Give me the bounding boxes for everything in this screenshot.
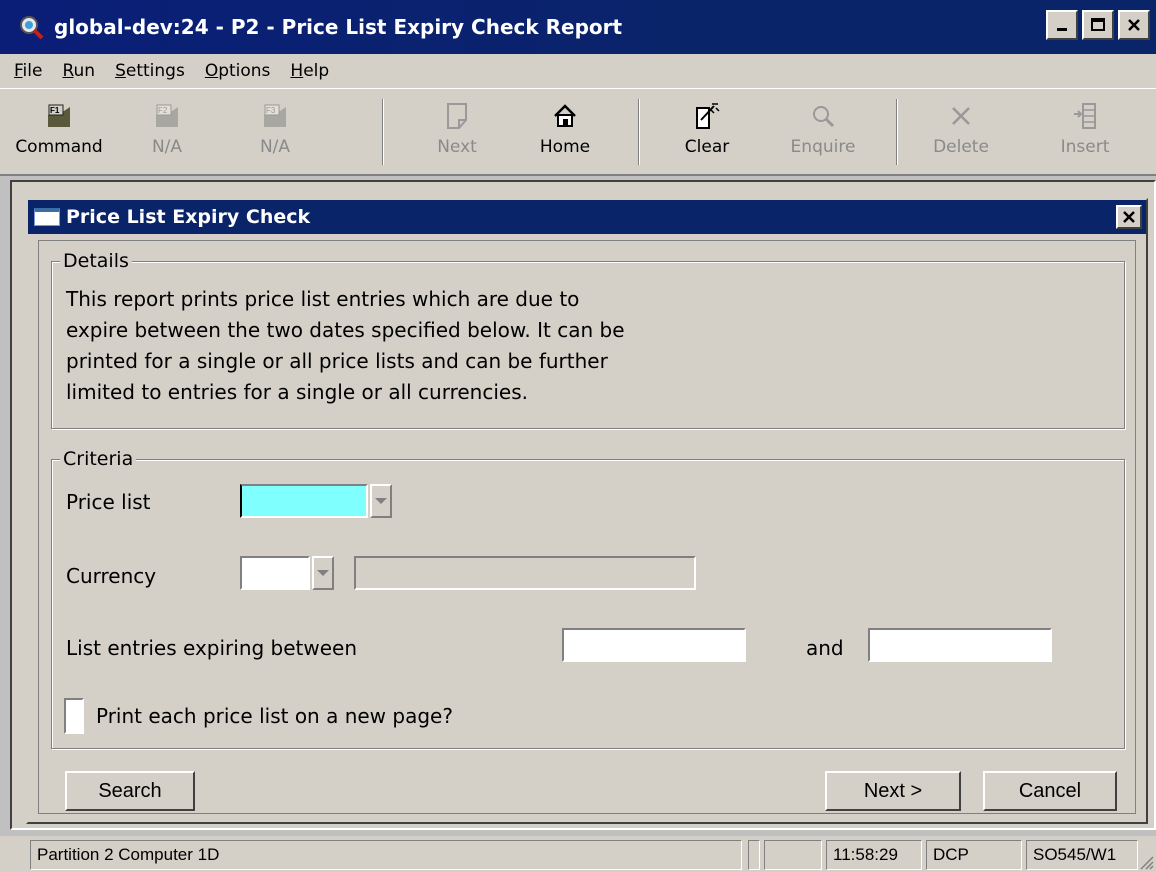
menu-run[interactable]: Run	[62, 61, 95, 81]
dialog-title-bar: Price List Expiry Check	[28, 200, 1146, 234]
menu-file-accel: F	[14, 61, 23, 81]
menu-options-accel: O	[204, 61, 219, 81]
insert-label: Insert	[1060, 137, 1110, 157]
and-label: and	[806, 636, 844, 660]
menu-run-accel: R	[62, 61, 74, 81]
delete-button[interactable]: Delete	[906, 97, 1016, 169]
clear-label: Clear	[684, 137, 730, 157]
enquire-button[interactable]: Enquire	[768, 97, 878, 169]
menu-help-accel: H	[290, 61, 304, 81]
clear-button[interactable]: Clear	[652, 97, 762, 169]
status-location: Partition 2 Computer 1D	[30, 840, 742, 870]
criteria-legend: Criteria	[60, 448, 137, 470]
price-list-label: Price list	[66, 490, 151, 514]
dialog-window-icon	[34, 208, 60, 226]
menu-settings-accel: S	[115, 61, 126, 81]
status-empty-panel	[748, 840, 760, 870]
menu-settings[interactable]: Settings	[115, 61, 185, 81]
insert-button[interactable]: Insert	[1030, 97, 1140, 169]
maximize-button[interactable]	[1082, 10, 1114, 40]
menu-options-label: ptions	[218, 61, 271, 81]
currency-input[interactable]	[240, 556, 310, 590]
window-controls	[1046, 10, 1150, 40]
price-list-input[interactable]	[240, 484, 368, 518]
f2-label: N/A	[151, 137, 183, 157]
f1-key-text: F1	[50, 106, 60, 115]
command-button[interactable]: F1 Command	[4, 97, 114, 169]
chevron-down-icon	[375, 498, 387, 504]
resize-grip-icon[interactable]	[1138, 854, 1154, 870]
from-date-input[interactable]	[562, 628, 746, 662]
dialog-close-button[interactable]	[1116, 205, 1142, 229]
home-label: Home	[539, 137, 591, 157]
toolbar-separator	[638, 99, 640, 165]
details-line: printed for a single or all price lists …	[66, 349, 608, 373]
details-line: expire between the two dates specified b…	[66, 318, 625, 342]
status-user: DCP	[926, 840, 1022, 870]
chevron-down-icon	[317, 570, 329, 576]
new-page-label: Print each price list on a new page?	[96, 704, 453, 728]
currency-description-field	[354, 556, 696, 590]
cancel-button[interactable]: Cancel	[983, 771, 1117, 811]
price-list-expiry-dialog: Price List Expiry Check Details This rep…	[26, 198, 1148, 824]
f3-key-icon: F3	[260, 101, 290, 131]
app-icon	[14, 10, 48, 44]
command-label: Command	[15, 137, 103, 157]
f2-key-icon: F2	[152, 101, 182, 131]
f2-na-button[interactable]: F2 N/A	[112, 97, 222, 169]
minimize-button[interactable]	[1046, 10, 1078, 40]
details-line: This report prints price list entries wh…	[66, 287, 580, 311]
new-page-checkbox[interactable]	[64, 698, 84, 734]
close-icon	[1123, 211, 1135, 223]
details-legend: Details	[60, 250, 132, 272]
f3-label: N/A	[259, 137, 291, 157]
delete-label: Delete	[933, 137, 989, 157]
price-list-dropdown-button[interactable]	[370, 484, 392, 518]
next-button[interactable]: Next >	[825, 771, 961, 811]
toolbar-separator	[382, 99, 384, 165]
criteria-group: Criteria Price list Currency List entrie…	[51, 448, 1125, 749]
details-group: Details This report prints price list en…	[51, 250, 1125, 429]
f2-key-text: F2	[158, 106, 168, 115]
next-page-icon	[442, 101, 472, 131]
currency-dropdown-button[interactable]	[312, 556, 334, 590]
dialog-body: Details This report prints price list en…	[38, 240, 1136, 814]
toolbar-separator	[896, 99, 898, 165]
expiring-between-label: List entries expiring between	[66, 636, 358, 660]
menu-bar: File Run Settings Options Help	[0, 54, 1156, 88]
delete-x-icon	[946, 101, 976, 131]
home-button[interactable]: Home	[510, 97, 620, 169]
dialog-title: Price List Expiry Check	[66, 206, 311, 228]
f3-na-button[interactable]: F3 N/A	[220, 97, 330, 169]
menu-file-label: ile	[22, 61, 43, 81]
close-window-button[interactable]	[1118, 10, 1150, 40]
toolbar: F1 Command F2 N/A F3 N/A Next Home Clear…	[0, 88, 1156, 176]
currency-label: Currency	[66, 564, 157, 588]
details-text: This report prints price list entries wh…	[66, 284, 766, 408]
details-line: limited to entries for a single or all c…	[66, 380, 528, 404]
status-session: SO545/W1	[1026, 840, 1138, 870]
status-bar: Partition 2 Computer 1D 11:58:29 DCP SO5…	[0, 836, 1156, 872]
menu-run-label: un	[73, 61, 96, 81]
status-time: 11:58:29	[826, 840, 922, 870]
next-toolbar-label: Next	[437, 137, 477, 157]
status-empty-panel	[764, 840, 822, 870]
f1-key-icon: F1	[44, 101, 74, 131]
menu-file[interactable]: File	[14, 61, 42, 81]
window-title-bar: global-dev:24 - P2 - Price List Expiry C…	[0, 0, 1156, 54]
insert-row-icon	[1070, 101, 1100, 131]
enquire-label: Enquire	[790, 137, 856, 157]
clear-icon	[692, 101, 722, 131]
window-title: global-dev:24 - P2 - Price List Expiry C…	[54, 15, 623, 39]
menu-help-label: elp	[303, 61, 330, 81]
menu-settings-label: ettings	[125, 61, 185, 81]
menu-options[interactable]: Options	[205, 61, 271, 81]
to-date-input[interactable]	[868, 628, 1052, 662]
menu-help[interactable]: Help	[290, 61, 329, 81]
next-toolbar-button[interactable]: Next	[402, 97, 512, 169]
search-button[interactable]: Search	[65, 771, 195, 811]
f3-key-text: F3	[266, 106, 276, 115]
magnifier-icon	[808, 101, 838, 131]
home-icon	[550, 101, 580, 131]
